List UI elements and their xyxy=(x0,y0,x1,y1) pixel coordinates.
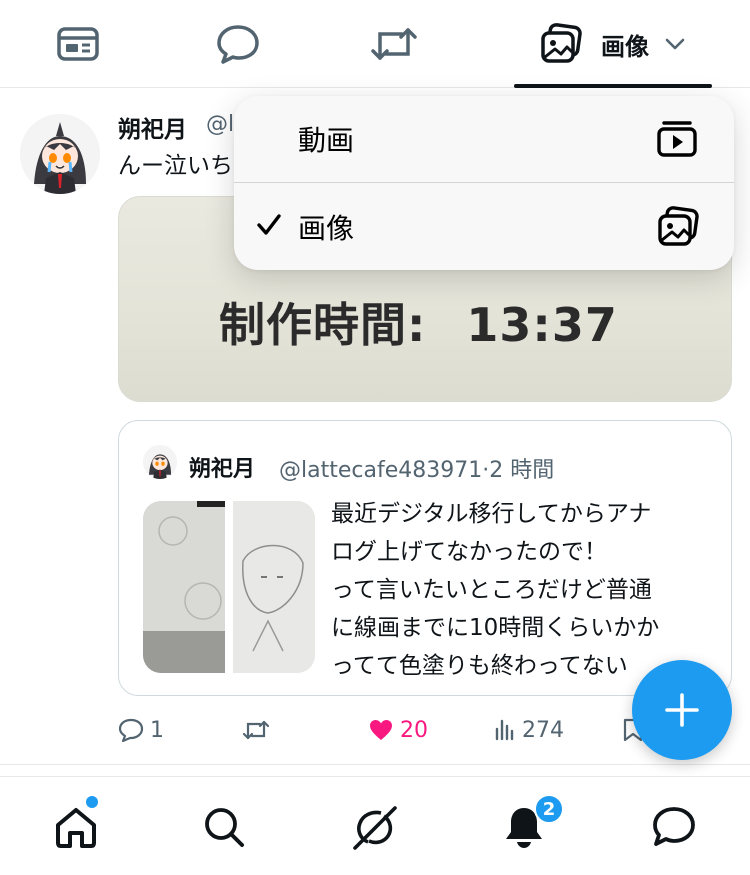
nav-grok[interactable] xyxy=(325,777,425,875)
views-button[interactable]: 274 xyxy=(494,712,564,748)
quote-text-line: ログ上げてなかったので！ xyxy=(331,539,607,565)
quote-author-handle: @lattecafe483971 xyxy=(279,458,483,483)
like-count: 20 xyxy=(400,717,428,743)
reply-count: 1 xyxy=(150,717,164,743)
media-caption: 制作時間: 13:37 xyxy=(219,289,618,355)
menu-item-label: 動画 xyxy=(298,124,355,157)
reply-icon xyxy=(118,718,144,742)
grok-icon xyxy=(353,805,397,850)
quote-time: 2 時間 xyxy=(489,458,555,483)
search-icon xyxy=(205,807,244,847)
nav-search[interactable] xyxy=(174,777,274,875)
tab-reposts[interactable] xyxy=(344,0,444,88)
bottom-navigation xyxy=(0,776,750,875)
tab-replies[interactable] xyxy=(188,0,288,88)
image-icon xyxy=(658,205,699,246)
tweet-text: んー泣いち xyxy=(118,153,233,179)
repost-icon xyxy=(371,28,417,60)
menu-item-video[interactable]: 動画 xyxy=(234,96,734,183)
avatar[interactable] xyxy=(20,114,100,194)
bar-chart-icon xyxy=(495,719,514,741)
tab-media[interactable]: 画像 xyxy=(512,0,712,88)
compose-button[interactable] xyxy=(632,660,732,760)
nav-home[interactable] xyxy=(26,777,126,875)
media-caption-time: 13:37 xyxy=(466,298,618,352)
tweet-divider xyxy=(0,764,750,765)
quote-text: 最近デジタル移行してからアナ ログ上げてなかったので！ って言いたいところだけど… xyxy=(331,495,711,685)
reply-button[interactable]: 1 xyxy=(118,712,164,748)
tab-card[interactable] xyxy=(28,0,128,88)
media-filter-menu: 動画 画像 xyxy=(234,96,734,270)
quote-text-line: 最近デジタル移行してからアナ xyxy=(331,501,652,527)
plus-icon xyxy=(665,693,699,727)
author-handle[interactable]: @l xyxy=(206,112,234,137)
quote-media-thumbnail[interactable] xyxy=(143,501,315,673)
menu-item-image[interactable]: 画像 xyxy=(234,183,734,270)
quoted-tweet[interactable]: 朔祀月 @lattecafe483971·2 時間 最近デジタル移行してからアナ… xyxy=(118,420,732,696)
home-unread-dot xyxy=(86,796,98,808)
quote-author-meta: @lattecafe483971·2 時間 xyxy=(279,452,554,484)
card-icon xyxy=(57,27,99,61)
heart-icon xyxy=(370,720,392,740)
media-icon xyxy=(541,23,582,63)
repost-icon xyxy=(242,720,270,740)
profile-tabs: 画像 xyxy=(0,0,750,88)
author-name[interactable]: 朔祀月 xyxy=(118,110,187,144)
tab-media-label: 画像 xyxy=(601,32,649,61)
quote-avatar xyxy=(143,445,177,479)
repost-button[interactable] xyxy=(242,712,276,748)
quote-author-name: 朔祀月 xyxy=(189,457,256,482)
nav-notifications[interactable] xyxy=(474,777,574,875)
media-caption-label: 制作時間: xyxy=(219,298,427,352)
like-button[interactable]: 20 xyxy=(368,712,428,748)
menu-item-label: 画像 xyxy=(298,211,355,245)
chevron-down-icon xyxy=(665,38,685,50)
quote-text-line: って言いたいところだけど普通 xyxy=(331,577,652,603)
reply-icon xyxy=(217,25,259,64)
notifications-badge: 2 xyxy=(534,794,564,824)
active-tab-indicator xyxy=(514,84,712,88)
avatar-illustration xyxy=(20,114,100,194)
nav-messages[interactable] xyxy=(624,777,724,875)
video-icon xyxy=(657,121,697,157)
messages-icon xyxy=(653,806,695,846)
checkmark-icon xyxy=(257,214,281,235)
quote-text-line: に線画までに10時間くらいかか xyxy=(331,615,660,641)
view-count: 274 xyxy=(522,717,564,743)
home-icon xyxy=(56,807,96,848)
tweet-actions: 1 20 274 xyxy=(118,712,678,748)
